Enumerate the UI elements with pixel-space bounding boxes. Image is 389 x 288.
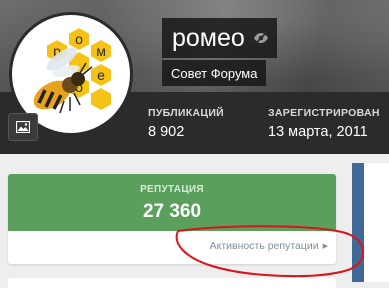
content-panel-accent xyxy=(352,163,364,282)
member-group: Совет Форума xyxy=(171,65,258,81)
caret-right-icon: ▶ xyxy=(322,243,328,250)
stat-label: ПУБЛИКАЦИЙ xyxy=(148,107,225,119)
avatar-letter: е xyxy=(97,67,105,83)
reputation-label: РЕПУТАЦИЯ xyxy=(140,184,204,195)
eye-slash-icon xyxy=(253,32,269,44)
change-cover-photo-button[interactable] xyxy=(8,113,38,141)
stat-value: 8 902 xyxy=(148,124,185,140)
avatar-letter: о xyxy=(75,31,83,47)
reputation-value: 27 360 xyxy=(142,201,202,222)
next-card xyxy=(8,278,336,288)
stat-joined: ЗАРЕГИСТРИРОВАН 13 марта, 2011 xyxy=(268,107,380,140)
stat-value: 13 марта, 2011 xyxy=(268,124,368,140)
member-group-box: Совет Форума xyxy=(162,60,267,86)
reputation-activity-link[interactable]: Активность репутации ▶ xyxy=(210,240,328,252)
reputation-activity-label: Активность репутации xyxy=(209,240,319,252)
image-icon xyxy=(16,121,30,133)
avatar-letter: м xyxy=(96,43,106,59)
reputation-badge: РЕПУТАЦИЯ 27 360 xyxy=(8,174,336,231)
reputation-card: РЕПУТАЦИЯ 27 360 Активность репутации ▶ xyxy=(8,174,336,264)
profile-name-box: ромео xyxy=(162,18,277,58)
stat-posts: ПУБЛИКАЦИЙ 8 902 xyxy=(148,107,224,140)
username: ромео xyxy=(172,23,245,52)
stat-label: ЗАРЕГИСТРИРОВАН xyxy=(268,107,380,119)
